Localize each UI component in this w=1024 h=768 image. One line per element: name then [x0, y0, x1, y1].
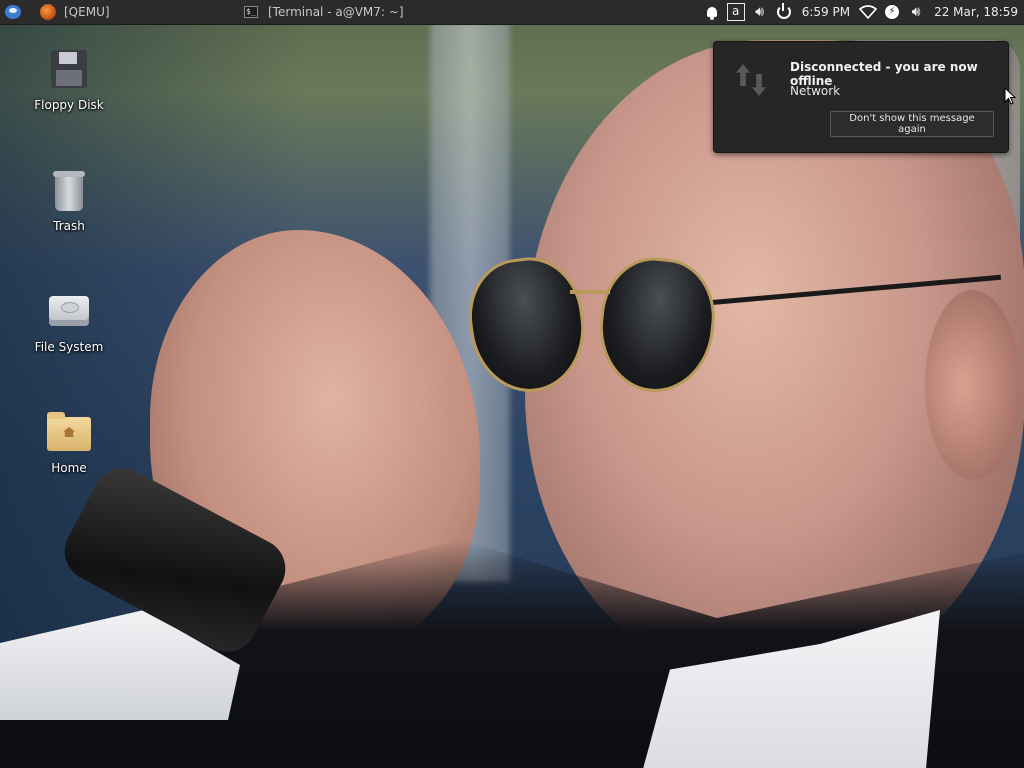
audio-mixer-button[interactable]: 🔊︎: [906, 0, 926, 24]
arrow-up-icon: [736, 64, 750, 86]
power-button[interactable]: [774, 0, 794, 24]
desktop-icon-label: Home: [51, 461, 87, 475]
floppy-disk-icon: [51, 50, 87, 88]
taskbar-item-terminal[interactable]: $_ [Terminal - a@VM7: ~]: [238, 0, 450, 24]
notification-body: Network: [790, 84, 841, 98]
network-offline-icon: [732, 62, 772, 98]
house-icon: [63, 427, 75, 437]
power-icon: [776, 3, 791, 19]
dont-show-again-button[interactable]: Don't show this message again: [830, 111, 994, 137]
desktop-icon-file-system[interactable]: File System: [21, 288, 117, 354]
power-manager-button[interactable]: ⚡︎: [882, 0, 902, 24]
xfce-mouse-icon: [5, 5, 21, 19]
notification-bell-icon: [706, 7, 717, 20]
taskbar-item-qemu[interactable]: [QEMU]: [34, 0, 226, 24]
desktop-icon-label: Trash: [53, 219, 85, 233]
keyboard-layout-icon: a: [726, 3, 745, 21]
wallpaper-glasses-bridge: [570, 290, 610, 294]
taskbar-item-label: [QEMU]: [64, 5, 110, 19]
desktop-icon-label: Floppy Disk: [34, 98, 104, 112]
volume-icon: 🔊︎: [911, 4, 921, 20]
network-button[interactable]: [858, 0, 878, 24]
terminal-icon: $_: [244, 6, 258, 18]
volume-icon: 🔊︎: [755, 4, 765, 20]
keyboard-layout-button[interactable]: a: [726, 0, 746, 24]
network-notification[interactable]: Disconnected - you are now offline Netwo…: [713, 41, 1009, 153]
battery-time-label[interactable]: 6:59 PM: [802, 5, 850, 19]
top-panel: [QEMU] $_ [Terminal - a@VM7: ~] a 🔊︎ 6:5…: [0, 0, 1024, 25]
arrow-down-icon: [752, 74, 766, 96]
trash-icon: [55, 177, 83, 211]
volume-button[interactable]: 🔊︎: [750, 0, 770, 24]
taskbar-item-label: [Terminal - a@VM7: ~]: [268, 5, 404, 19]
applications-menu-button[interactable]: [0, 0, 26, 24]
desktop-icon-floppy-disk[interactable]: Floppy Disk: [21, 46, 117, 112]
desktop-icon-home[interactable]: Home: [21, 409, 117, 475]
system-tray: a 🔊︎ 6:59 PM ⚡︎ 🔊︎ 22 Mar, 18:59: [700, 0, 1024, 24]
notifications-button[interactable]: [702, 0, 722, 24]
mouse-cursor-icon: [1004, 87, 1016, 105]
hard-drive-icon: [49, 296, 89, 326]
qemu-app-icon: [40, 4, 56, 20]
desktop-icon-trash[interactable]: Trash: [21, 167, 117, 233]
wifi-icon: [859, 5, 878, 19]
clock[interactable]: 22 Mar, 18:59: [934, 5, 1018, 19]
home-folder-icon: [47, 412, 91, 451]
desktop-icon-label: File System: [34, 340, 104, 354]
power-manager-icon: ⚡︎: [885, 5, 900, 19]
wallpaper-ear: [925, 290, 1020, 480]
